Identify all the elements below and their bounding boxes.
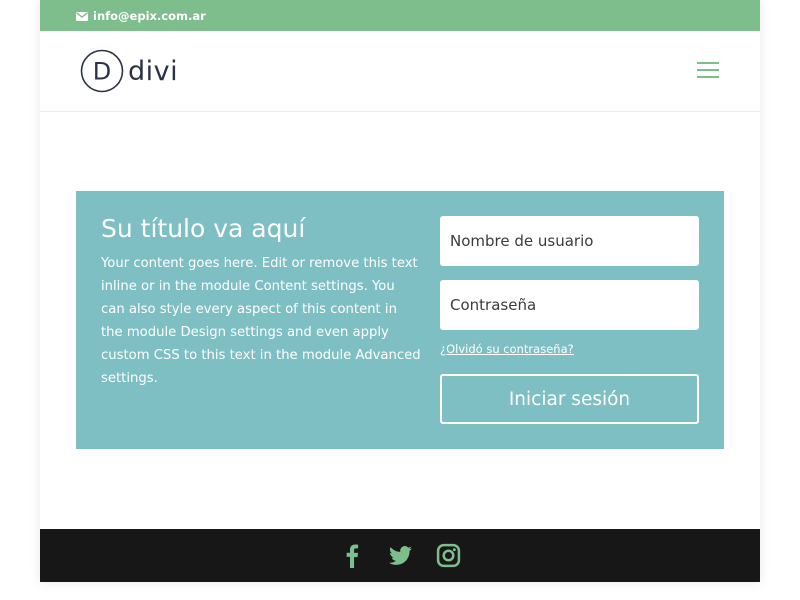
logo-mark-letter: D (93, 58, 111, 86)
hamburger-menu-icon[interactable] (697, 61, 719, 79)
logo-text: divi (128, 55, 179, 87)
login-title: Su título va aquí (101, 214, 306, 243)
instagram-icon[interactable] (436, 543, 461, 568)
contact-email-link[interactable]: info@epix.com.ar (76, 8, 206, 24)
password-input[interactable] (440, 280, 699, 330)
site-footer (40, 529, 760, 582)
username-input[interactable] (440, 216, 699, 266)
page-container: info@epix.com.ar D divi Su título va aqu… (40, 0, 760, 582)
forgot-password-link[interactable]: ¿Olvidó su contraseña? (440, 342, 574, 356)
social-links (40, 529, 760, 582)
envelope-icon (76, 11, 88, 21)
login-button[interactable]: Iniciar sesión (440, 374, 699, 424)
login-description: Your content goes here. Edit or remove t… (101, 256, 421, 386)
site-logo[interactable]: D divi (80, 49, 178, 93)
top-bar: info@epix.com.ar (40, 0, 760, 31)
contact-email-text: info@epix.com.ar (93, 9, 206, 23)
site-header: D divi (40, 31, 760, 112)
login-module: Su título va aquí Your content goes here… (76, 191, 724, 449)
twitter-icon[interactable] (388, 543, 413, 568)
divi-logo-icon: D (80, 49, 124, 93)
facebook-icon[interactable] (340, 543, 365, 568)
